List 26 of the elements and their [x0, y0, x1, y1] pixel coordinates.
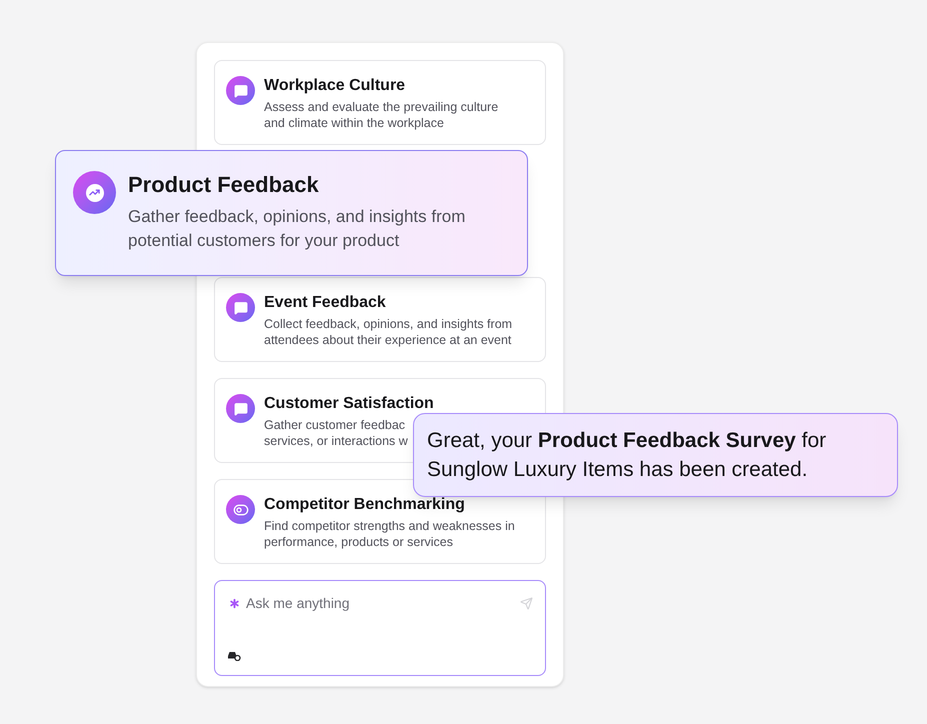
- chat-icon: [226, 394, 255, 423]
- trend-icon: [73, 171, 116, 214]
- card-description: Gather customer feedbac: [264, 417, 406, 433]
- card-description: Find competitor strengths and weaknesses in: [264, 518, 515, 534]
- card-title: Product Feedback: [128, 171, 320, 199]
- card-description: potential customers for your product: [128, 230, 400, 252]
- chat-input-box[interactable]: Ask me anything: [214, 580, 546, 676]
- template-card[interactable]: Workplace Culture Assess and evaluate the prevailing culture and climate within the workplace: [214, 60, 546, 145]
- card-description: Assess and evaluate the prevailing culture: [264, 99, 498, 115]
- chat-icon: [226, 76, 255, 105]
- toggle-icon: [226, 495, 255, 524]
- card-description: attendees about their experience at an event: [264, 332, 512, 348]
- template-card[interactable]: Competitor Benchmarking Find competitor strengths and weaknesses in performance, products or services: [214, 479, 546, 564]
- input-field[interactable]: Ask me anything: [246, 593, 496, 614]
- card-description: performance, products or services: [264, 534, 454, 550]
- chat-icon: [226, 293, 255, 322]
- card-description: Gather feedback, opinions, and insights from: [128, 206, 466, 228]
- template-card[interactable]: Event Feedback Collect feedback, opinions, and insights from attendees about their experience at an event: [214, 277, 546, 362]
- card-description: Collect feedback, opinions, and insights from: [264, 316, 512, 332]
- card-title: Competitor Benchmarking: [264, 495, 466, 515]
- card-description: and climate within the workplace: [264, 115, 445, 131]
- card-title: Workplace Culture: [264, 76, 406, 96]
- card-title: Event Feedback: [264, 293, 387, 313]
- car-gear-icon[interactable]: [227, 649, 241, 661]
- card-title: Customer Satisfaction: [264, 394, 434, 414]
- highlighted-template-card[interactable]: Product Feedback Gather feedback, opinions, and insights from potential customers for your product: [55, 150, 528, 276]
